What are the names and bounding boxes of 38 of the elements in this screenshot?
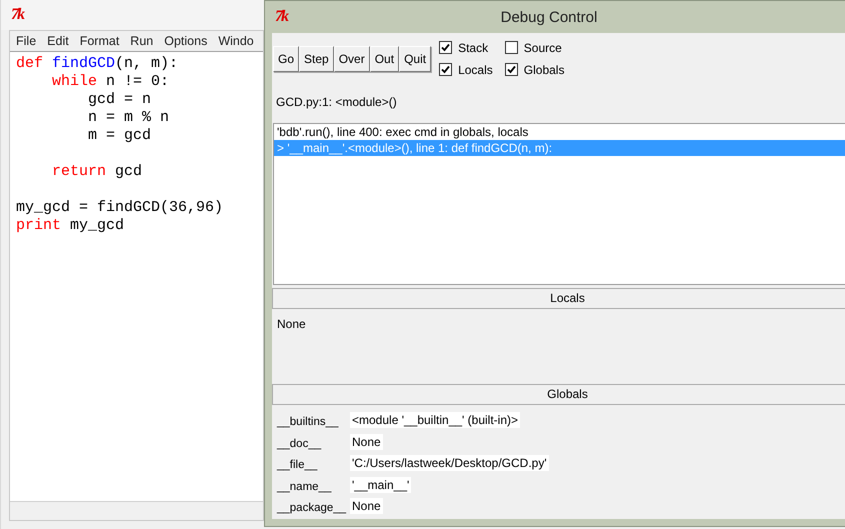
menu-item[interactable]: Format [80,34,120,48]
window-title: Debug Control [500,8,598,26]
tk-logo: 7k [11,6,23,24]
menu-item[interactable]: Options [164,34,208,48]
variable-value: <module '__builtin__' (built-in)> [350,412,520,428]
checkbox-label: Globals [524,62,564,77]
checkbox-label: Source [524,40,562,55]
toolbar-button[interactable]: Quit [399,46,432,72]
checkbox[interactable] [504,63,518,76]
code-editor[interactable]: def findGCD(n, m): while n != 0: gcd = n n = m % n m = gcd return gcd my_gcd = findGCD(36,96) print my_gcd [10,52,263,501]
checkbox[interactable] [504,41,518,54]
variable-value: 'C:/Users/lastweek/Desktop/GCD.py' [350,455,549,471]
checkbox[interactable] [439,41,452,54]
checkbox-label: Stack [458,40,488,55]
menu-item[interactable]: Run [130,34,154,48]
variable-name: __doc__ [277,438,322,450]
globals-header: Globals [272,384,845,404]
toolbar-button[interactable]: Step [299,46,334,72]
toolbar-button[interactable]: Go [273,46,300,72]
locals-header: Locals [272,288,845,310]
variable-name: __name__ [277,480,332,492]
checkbox-label: Locals [458,62,493,77]
variable-value: '__main__' [350,476,412,492]
toolbar-button[interactable]: Over [334,46,370,72]
variable-value: None [350,434,383,450]
locals-text: None [277,317,306,332]
tk-logo: 7k [275,8,287,26]
menu-item[interactable]: File [16,34,36,48]
variable-name: __builtins__ [277,416,340,428]
menu-item[interactable]: Edit [47,34,69,48]
variable-value: None [350,498,383,514]
variable-name: __package__ [277,502,347,514]
status-text: GCD.py:1: <module>() [276,94,397,109]
stack-item[interactable]: 'bdb'.run(), line 400: exec cmd in globals, locals [274,124,845,140]
toolbar-button[interactable]: Out [370,46,400,72]
menu-item[interactable]: Windo [218,34,254,48]
variable-name: __file__ [277,459,318,471]
checkbox[interactable] [439,63,452,76]
